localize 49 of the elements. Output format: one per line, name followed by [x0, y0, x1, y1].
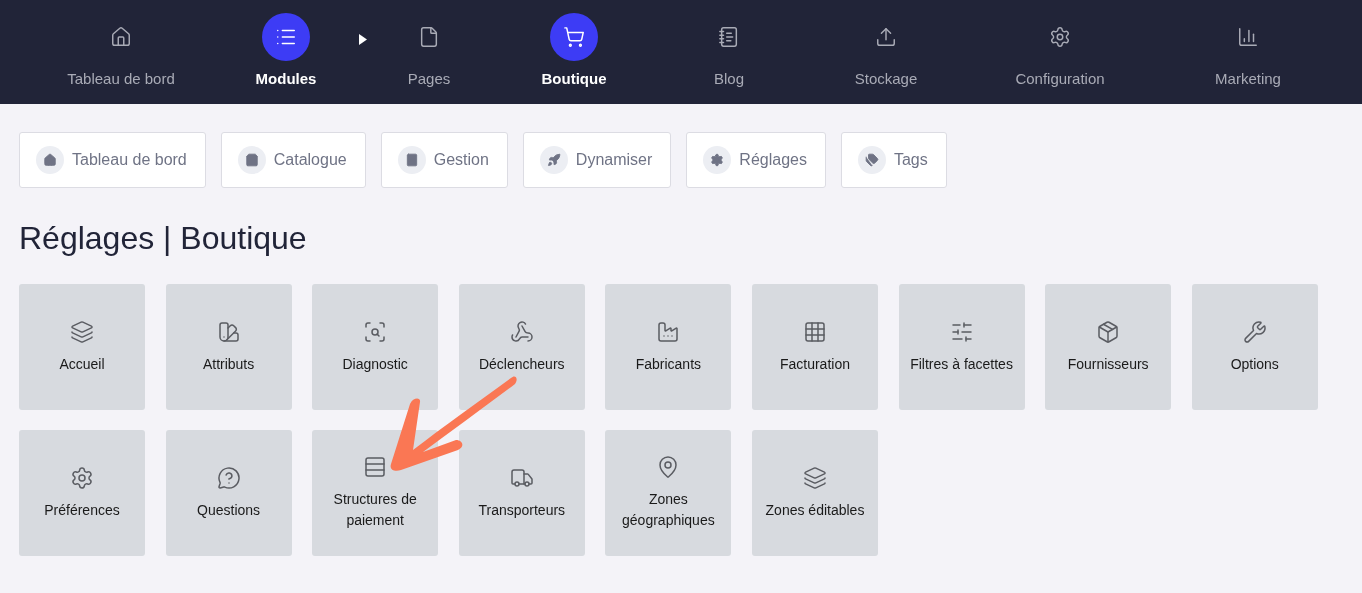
- question-bubble-icon: [216, 465, 241, 490]
- nav-tab[interactable]: Tableau de bord: [41, 0, 201, 104]
- webhook-icon: [509, 319, 534, 344]
- settings-tile[interactable]: Questions: [165, 430, 292, 556]
- settings-tile[interactable]: Zones géographiques: [605, 430, 732, 556]
- settings-tile[interactable]: Options: [1191, 284, 1318, 410]
- nav-tab[interactable]: Boutique: [509, 0, 639, 104]
- breadcrumb-arrow-icon: [359, 34, 367, 45]
- section-tab[interactable]: Dynamiser: [522, 132, 672, 188]
- settings-tile[interactable]: Attributs: [165, 284, 292, 410]
- layers-icon: [70, 319, 94, 344]
- settings-tile[interactable]: Fabricants: [605, 284, 732, 410]
- swatch-icon: [216, 319, 241, 344]
- section-tab[interactable]: Tags: [840, 132, 947, 188]
- wrench-icon: [1242, 319, 1267, 344]
- section-tab[interactable]: Réglages: [686, 132, 826, 188]
- nav-tab[interactable]: Pages: [374, 0, 484, 104]
- settings-tile[interactable]: Déclencheurs: [458, 284, 585, 410]
- section-tab[interactable]: Catalogue: [220, 132, 366, 188]
- home-icon: [36, 146, 64, 174]
- layers-icon: [802, 465, 827, 490]
- settings-tile[interactable]: Filtres à facettes: [898, 284, 1025, 410]
- settings-tile[interactable]: Diagnostic: [312, 284, 439, 410]
- settings-tile[interactable]: Transporteurs: [458, 430, 585, 556]
- section-tab[interactable]: Gestion: [380, 132, 508, 188]
- cart-icon: [550, 13, 598, 61]
- stack-icon: [363, 455, 388, 479]
- nav-tab[interactable]: Configuration: [985, 0, 1135, 104]
- settings-icon: [703, 146, 732, 174]
- page-title: Réglages | Boutique: [19, 219, 308, 258]
- settings-tile[interactable]: Zones éditables: [751, 430, 878, 556]
- settings-tile[interactable]: Préférences: [19, 430, 145, 556]
- nav-tab[interactable]: Marketing: [1183, 0, 1313, 104]
- settings-icon: [70, 465, 94, 490]
- sliders-icon: [949, 319, 974, 344]
- list-icon: [262, 13, 310, 61]
- rocket-icon: [539, 146, 568, 174]
- search-icon: [363, 319, 388, 344]
- settings-tile[interactable]: Accueil: [19, 284, 145, 410]
- nav-tab[interactable]: Stockage: [821, 0, 951, 104]
- nav-tab[interactable]: Modules: [221, 0, 351, 104]
- factory-icon: [656, 319, 681, 344]
- nav-tab[interactable]: Blog: [674, 0, 784, 104]
- package-icon: [1096, 319, 1121, 344]
- settings-tile[interactable]: Fournisseurs: [1045, 284, 1172, 410]
- grid-icon: [802, 319, 827, 344]
- section-tab[interactable]: Tableau de bord: [19, 132, 206, 188]
- tag-icon: [857, 146, 886, 174]
- settings-tile[interactable]: Facturation: [751, 284, 878, 410]
